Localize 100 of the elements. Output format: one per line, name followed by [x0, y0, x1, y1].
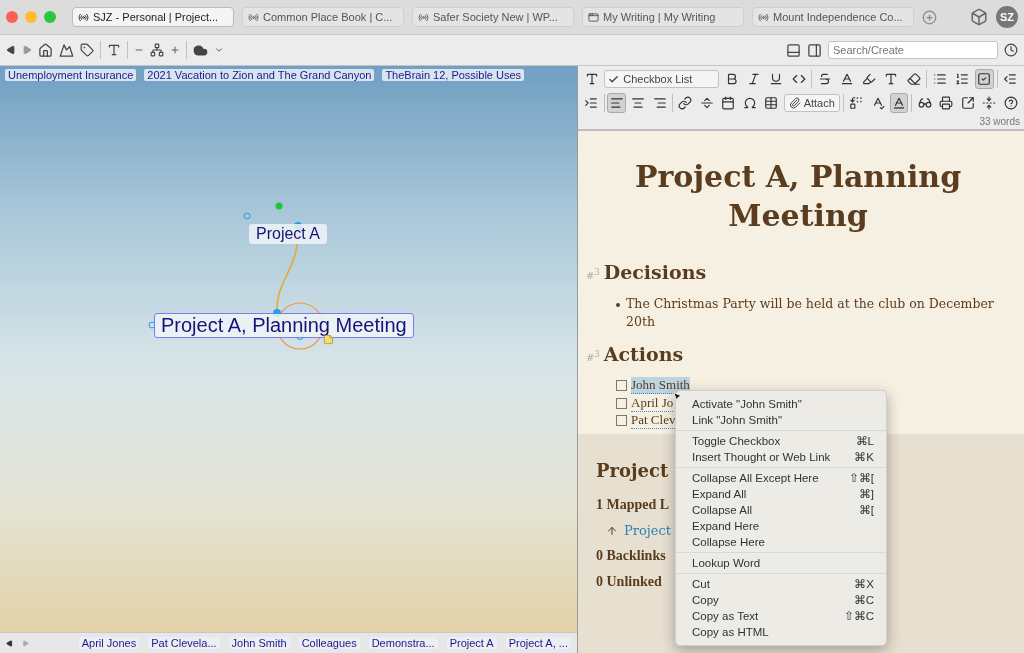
heading-marker: #$^{3}$	[586, 348, 600, 363]
plus-icon[interactable]	[170, 45, 180, 55]
shortcut-text: ⌘L	[855, 434, 874, 448]
shortcut-text: ⌘K	[854, 450, 874, 464]
user-avatar[interactable]: SZ	[996, 6, 1018, 28]
task-link[interactable]: John Smith	[631, 377, 690, 395]
menu-item-label: Copy	[692, 594, 719, 606]
pinned-thought[interactable]: Unemployment Insurance	[5, 69, 137, 81]
home-icon[interactable]	[38, 42, 53, 58]
spell-check-icon[interactable]	[889, 93, 909, 113]
tab[interactable]: Common Place Book | C...	[242, 7, 404, 27]
menu-item[interactable]: Expand All ⌘]	[676, 486, 886, 502]
shortcut-text: ⇧⌘[	[848, 471, 874, 485]
menu-item[interactable]: Cut ⌘X	[676, 576, 886, 592]
menu-item-label: Collapse All Except Here	[692, 472, 819, 484]
bullet-text: The Christmas Party will be held at the club on December 20th	[626, 295, 995, 331]
menu-item[interactable]: Collapse All Except Here ⇧⌘[	[676, 470, 886, 486]
menu-item-label: Lookup Word	[692, 557, 761, 569]
new-tab-icon[interactable]	[922, 9, 937, 25]
shortcut-text: ⌘X	[854, 577, 874, 591]
menu-item-label: Toggle Checkbox	[692, 435, 781, 447]
links-label: 1 Mapped L	[596, 497, 670, 513]
broadcast-icon	[418, 11, 429, 23]
menu-item-label: Copy as Text	[692, 610, 759, 622]
history-item[interactable]: Project A, ...	[505, 637, 571, 649]
back-icon[interactable]	[6, 638, 14, 648]
mouse-pointer-icon	[672, 391, 683, 402]
history-item[interactable]: April Jones	[78, 637, 140, 649]
thought-node[interactable]: Project A, Planning Meeting	[154, 313, 414, 338]
thought-node[interactable]: Project A	[249, 224, 328, 244]
cloud-icon[interactable]	[193, 42, 208, 58]
menu-item[interactable]: Lookup Word	[676, 555, 886, 571]
menu-item[interactable]: Link "John Smith"	[676, 412, 886, 428]
section-heading: Decisions	[603, 261, 707, 283]
section-heading: Project	[596, 460, 669, 481]
word-count: 33 words	[979, 116, 1020, 127]
shortcut-text: ⌘]	[858, 487, 874, 501]
check-icon	[608, 73, 620, 85]
align-left-icon[interactable]	[607, 93, 626, 113]
checkbox-icon[interactable]	[974, 69, 994, 89]
connection-dot	[275, 202, 283, 210]
menu-item[interactable]: Collapse Here	[676, 534, 886, 550]
menu-item-label: Insert Thought or Web Link	[692, 451, 831, 463]
connection-handle[interactable]	[148, 321, 156, 329]
history-item[interactable]: Project A	[446, 637, 497, 649]
bullet-icon	[616, 303, 620, 307]
shortcut-text: ⌘C	[853, 593, 874, 607]
mountain-icon[interactable]	[59, 42, 74, 58]
paragraph-style-select[interactable]: Checkbox List	[604, 70, 720, 88]
note-title: Project A, Planning Meeting	[633, 158, 963, 235]
heading-marker: #$^{3}$	[586, 266, 600, 281]
menu-item[interactable]: Expand Here	[676, 518, 886, 534]
menu-item-label: Expand All	[692, 488, 747, 500]
menu-item[interactable]: Copy ⌘C	[676, 592, 886, 608]
broadcast-icon	[248, 11, 259, 23]
network-icon[interactable]	[150, 43, 164, 57]
right-panel-icon[interactable]	[807, 42, 822, 58]
link-icon[interactable]	[675, 93, 695, 113]
arrow-up-icon	[606, 524, 618, 537]
connection-handle[interactable]	[243, 212, 251, 220]
tab[interactable]: My Writing | My Writing	[582, 7, 744, 27]
checkbox[interactable]	[616, 397, 627, 409]
clock-icon[interactable]	[1004, 43, 1018, 57]
menu-item-label: Cut	[692, 578, 710, 590]
tab[interactable]: SJZ - Personal | Project...	[72, 7, 234, 27]
broadcast-icon	[78, 11, 89, 23]
menu-item[interactable]: Collapse All ⌘[	[676, 502, 886, 518]
checkbox[interactable]	[616, 380, 627, 392]
window-icon	[588, 11, 599, 23]
attach-button[interactable]: Attach	[783, 94, 840, 112]
note-icon	[323, 334, 334, 345]
shortcut-text: ⌘[	[858, 503, 874, 517]
search-field[interactable]: Search/Create	[828, 41, 998, 59]
menu-item-label: Expand Here	[692, 520, 760, 532]
menu-item[interactable]: Copy as Text ⇧⌘C	[676, 608, 886, 624]
pinned-thought[interactable]: TheBrain 12, Possible Uses	[382, 69, 525, 81]
menu-item-label: Collapse All	[692, 504, 753, 516]
menu-item[interactable]: Toggle Checkbox ⌘L	[676, 433, 886, 449]
tag-icon[interactable]	[80, 43, 94, 57]
history-item[interactable]: John Smith	[228, 637, 290, 649]
menu-item[interactable]: Activate "John Smith"	[676, 396, 886, 412]
task-link[interactable]: April Jo	[631, 394, 674, 412]
shortcut-text: ⇧⌘C	[843, 609, 874, 623]
menu-item[interactable]: Insert Thought or Web Link ⌘K	[676, 449, 886, 465]
tab[interactable]: Safer Society New | WP...	[412, 7, 574, 27]
caret-icon[interactable]	[214, 45, 224, 55]
back-icon[interactable]	[6, 45, 16, 55]
menu-item-label: Collapse Here	[692, 536, 765, 548]
pinned-thought[interactable]: 2021 Vacation to Zion and The Grand Canyon	[144, 69, 375, 81]
bottom-panel-icon[interactable]	[786, 42, 801, 58]
history-item[interactable]: Pat Clevela...	[148, 637, 220, 649]
history-item[interactable]: Demonstra...	[368, 637, 438, 649]
paperclip-icon	[788, 97, 801, 109]
text-size-icon[interactable]	[107, 43, 121, 57]
history-item[interactable]: Colleagues	[298, 637, 360, 649]
cube-icon[interactable]	[970, 8, 988, 26]
menu-item[interactable]: Copy as HTML	[676, 624, 886, 640]
tab[interactable]: Mount Independence Co...	[752, 7, 914, 27]
links-label: 0 Unlinked	[596, 574, 662, 590]
checkbox[interactable]	[616, 415, 627, 427]
